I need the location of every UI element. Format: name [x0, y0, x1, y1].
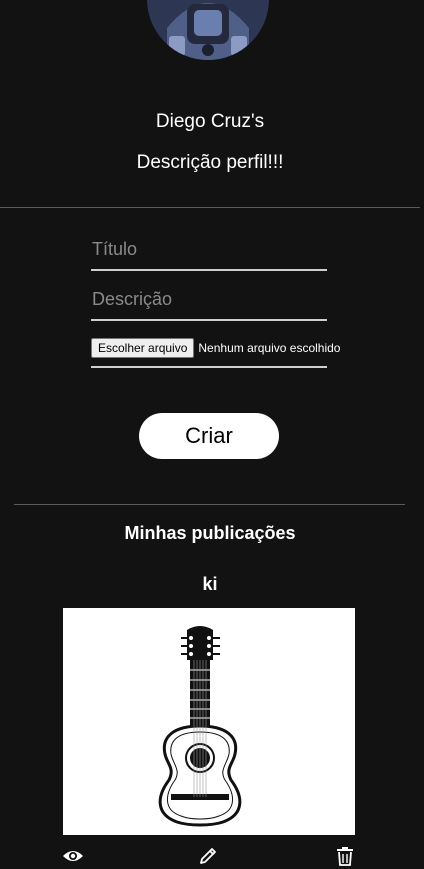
divider — [14, 504, 405, 505]
title-field — [91, 235, 327, 271]
create-button[interactable]: Criar — [139, 413, 279, 459]
profile-description: Descrição perfil!!! — [136, 152, 284, 173]
choose-file-button[interactable]: Escolher arquivo — [91, 338, 195, 358]
title-input[interactable] — [91, 235, 327, 263]
file-input: Escolher arquivo Nenhum arquivo escolhid… — [91, 338, 340, 368]
section-title: Minhas publicações — [124, 523, 296, 543]
delete-button[interactable] — [333, 845, 357, 867]
view-button[interactable] — [61, 845, 85, 867]
pencil-icon — [200, 848, 216, 864]
description-input[interactable] — [91, 285, 327, 313]
trash-icon — [337, 847, 353, 866]
file-status: Nenhum arquivo escolhido — [198, 341, 341, 355]
eye-icon — [63, 851, 83, 861]
edit-button[interactable] — [196, 845, 220, 867]
post-title: ki — [202, 574, 218, 594]
profile-page: Diego Cruz's Descrição perfil!!! Escolhe… — [0, 0, 424, 869]
astronaut-avatar-image — [147, 0, 269, 60]
post-image — [63, 608, 355, 835]
profile-name: Diego Cruz's — [155, 111, 265, 132]
avatar — [147, 0, 269, 60]
divider — [0, 207, 420, 208]
guitar-image — [63, 608, 355, 835]
description-field — [91, 285, 327, 321]
